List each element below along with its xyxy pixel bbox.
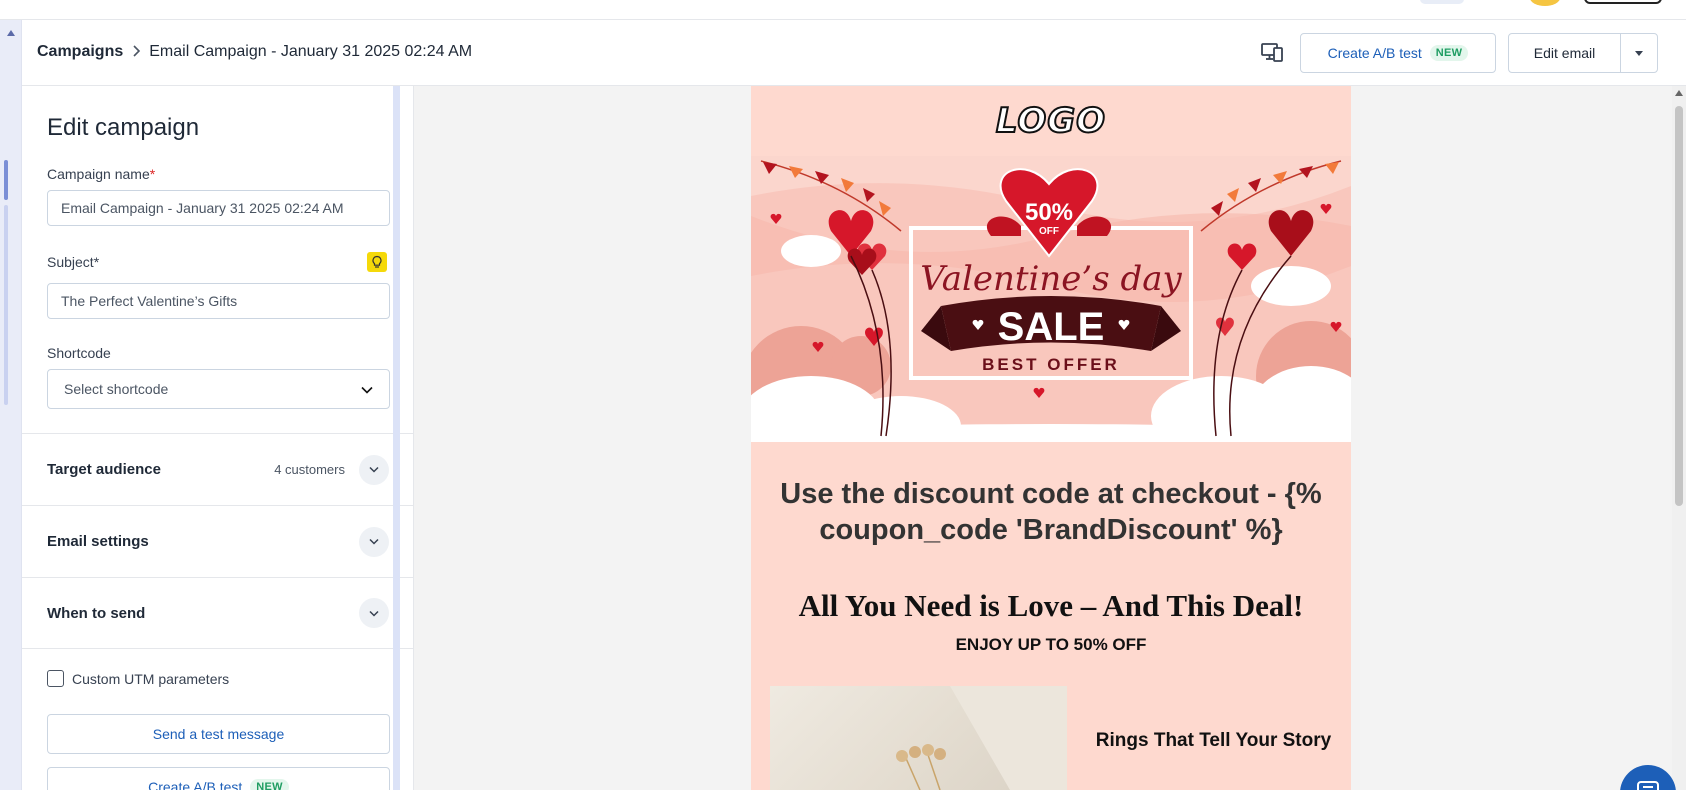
banner-best-offer: BEST OFFER xyxy=(982,355,1120,374)
create-ab-test-label: Create A/B test xyxy=(1327,45,1422,61)
create-ab-test-button[interactable]: Create A/B test NEW xyxy=(1300,33,1496,73)
preview-scroll-thumb[interactable] xyxy=(1675,106,1683,506)
page-header: Campaigns Email Campaign - January 31 20… xyxy=(22,20,1686,86)
breadcrumb-current: Email Campaign - January 31 2025 02:24 A… xyxy=(149,43,473,60)
shortcode-select[interactable]: Select shortcode xyxy=(47,369,390,409)
shortcode-label: Shortcode xyxy=(47,345,111,361)
banner-off: OFF xyxy=(1039,226,1059,237)
subject-label: Subject* xyxy=(47,254,100,270)
valentine-sale-banner: 50% OFF Valentine’s day SALE BEST OFFER xyxy=(751,156,1351,442)
custom-utm-label[interactable]: Custom UTM parameters xyxy=(72,671,229,687)
shortcode-placeholder: Select shortcode xyxy=(64,381,169,397)
target-audience-count: 4 customers xyxy=(274,462,345,477)
banner-script-text: Valentine’s day xyxy=(920,259,1182,299)
chevron-right-icon xyxy=(131,44,141,60)
chevron-down-icon xyxy=(361,381,373,397)
panel-create-ab-test-button[interactable]: Create A/B test NEW xyxy=(47,767,390,790)
product-title: Rings That Tell Your Story xyxy=(1095,730,1332,751)
scroll-up-icon[interactable] xyxy=(7,30,15,36)
preview-scrollbar[interactable] xyxy=(1672,86,1686,790)
when-to-send-section[interactable]: When to send xyxy=(22,577,413,649)
when-to-send-title: When to send xyxy=(47,604,146,622)
top-button[interactable] xyxy=(1584,0,1662,4)
top-strip xyxy=(0,0,1686,20)
chevron-down-icon[interactable] xyxy=(359,598,389,628)
edit-email-dropdown-button[interactable] xyxy=(1620,33,1658,73)
custom-utm-row: Custom UTM parameters xyxy=(47,670,229,687)
top-pill[interactable] xyxy=(1420,0,1464,4)
panel-create-ab-test-label: Create A/B test xyxy=(148,779,243,790)
user-avatar[interactable] xyxy=(1530,0,1560,6)
left-rail-scrollbar[interactable] xyxy=(0,20,22,790)
email-logo: LOGO xyxy=(751,86,1351,156)
scroll-up-icon[interactable] xyxy=(1675,90,1683,96)
banner-sale-text: SALE xyxy=(998,305,1105,349)
caret-down-icon xyxy=(1635,50,1643,56)
logo-text: LOGO xyxy=(995,100,1107,142)
target-audience-section[interactable]: Target audience 4 customers xyxy=(22,433,413,505)
coupon-text: Use the discount code at checkout - {% c… xyxy=(780,478,1322,546)
email-preview: LOGO 50% OFF Valentine’s day SALE BEST O… xyxy=(751,86,1351,790)
sale-ribbon: SALE xyxy=(921,296,1181,351)
lightbulb-icon[interactable] xyxy=(367,252,387,272)
send-test-message-label: Send a test message xyxy=(152,726,285,742)
panel-title: Edit campaign xyxy=(47,114,200,141)
rail-active-indicator xyxy=(4,160,8,200)
campaign-name-input[interactable] xyxy=(47,190,390,226)
panel-scrollbar[interactable] xyxy=(393,86,400,790)
chevron-down-icon[interactable] xyxy=(359,526,389,557)
breadcrumb: Campaigns Email Campaign - January 31 20… xyxy=(37,43,472,61)
campaign-name-label: Campaign name* xyxy=(47,166,156,182)
send-test-message-button[interactable]: Send a test message xyxy=(47,714,390,754)
product-image xyxy=(770,686,1067,790)
edit-email-button[interactable]: Edit email xyxy=(1508,33,1621,73)
target-audience-title: Target audience xyxy=(47,461,161,478)
edit-campaign-panel: Edit campaign Campaign name* Subject* Sh… xyxy=(22,86,414,790)
breadcrumb-campaigns-link[interactable]: Campaigns xyxy=(37,43,123,61)
new-badge: NEW xyxy=(1429,45,1469,61)
chevron-down-icon[interactable] xyxy=(359,454,389,485)
email-subheading: ENJOY UP TO 50% OFF xyxy=(955,635,1147,654)
email-heading: All You Need is Love – And This Deal! xyxy=(798,588,1304,623)
chat-icon xyxy=(1637,781,1659,790)
desktop-mobile-icon[interactable] xyxy=(1260,40,1284,64)
custom-utm-checkbox[interactable] xyxy=(47,670,64,687)
banner-discount: 50% xyxy=(1025,199,1073,226)
email-settings-title: Email settings xyxy=(47,533,149,550)
new-badge: NEW xyxy=(250,779,289,790)
rail-scroll-thumb[interactable] xyxy=(4,205,8,405)
subject-input[interactable] xyxy=(47,283,390,319)
email-settings-section[interactable]: Email settings xyxy=(22,505,413,577)
